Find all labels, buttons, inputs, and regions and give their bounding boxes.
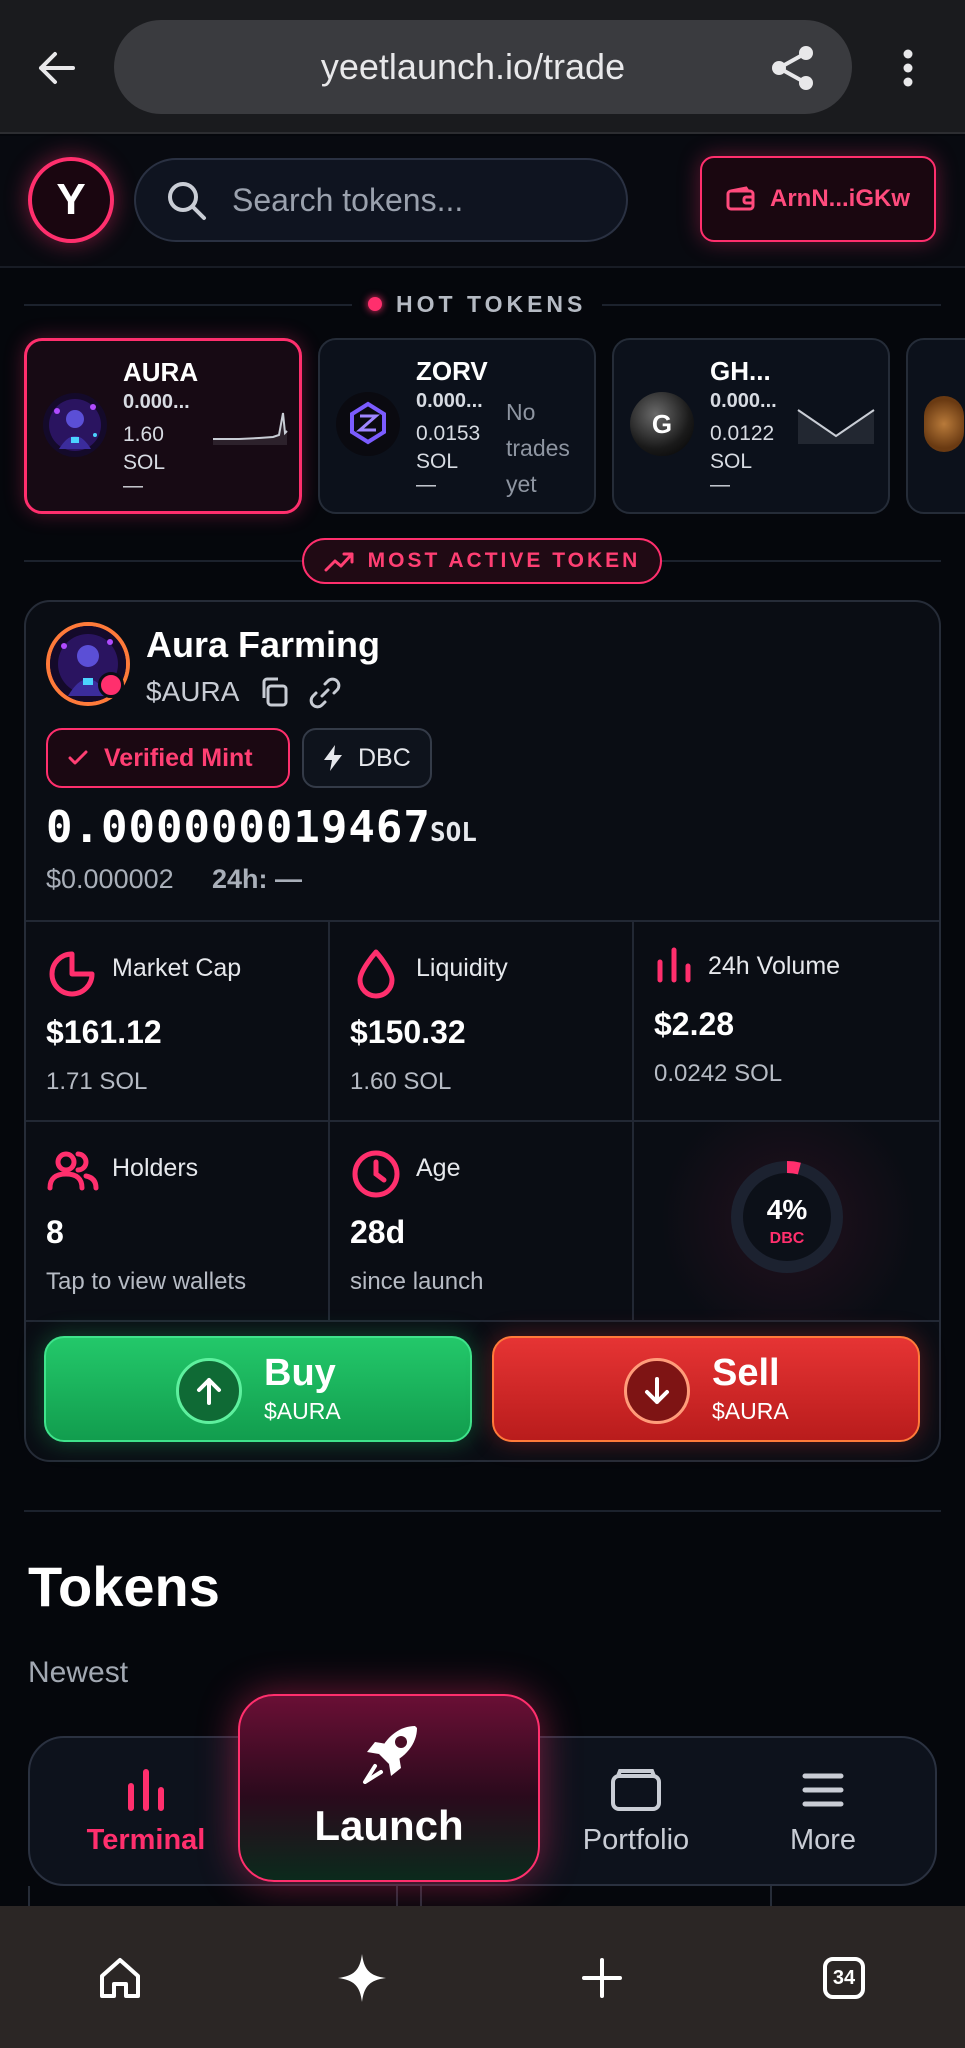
search-placeholder: Search tokens... — [232, 182, 464, 218]
token-price-sol: 0.000000019467 — [46, 802, 431, 853]
no-trades-note: No trades yet — [506, 399, 570, 497]
tab-count: 34 — [823, 1957, 865, 1999]
hamburger-menu-icon — [743, 1768, 903, 1812]
price-unit: SOL — [430, 818, 477, 848]
bar-chart-icon — [654, 944, 696, 986]
app-header: Y Search tokens... ArnN...iGKw — [0, 136, 965, 268]
zorv-token-avatar — [336, 392, 400, 456]
stat-liquidity: Liquidity $150.32 1.60 SOL — [330, 922, 634, 1122]
hot-tokens-heading: HOT TOKENS — [352, 286, 603, 322]
token-change: — — [710, 474, 730, 496]
clock-icon — [350, 1148, 402, 1200]
wallet-icon — [726, 186, 756, 212]
copy-icon[interactable] — [258, 676, 290, 708]
stat-holders[interactable]: Holders 8 Tap to view wallets — [26, 1122, 330, 1322]
token-ticker: $AURA — [146, 676, 240, 707]
token-price: 0.000... — [123, 391, 190, 413]
check-icon — [68, 750, 88, 766]
wallet-address: ArnN...iGKw — [769, 185, 910, 212]
tokens-heading: Tokens — [28, 1555, 220, 1618]
peek-card — [420, 1886, 772, 1906]
gh-token-avatar: G — [630, 392, 694, 456]
search-icon — [166, 180, 208, 222]
back-arrow-icon[interactable] — [32, 44, 80, 92]
stat-age: Age 28d since launch — [330, 1122, 634, 1322]
token-price: 0.000... — [416, 390, 483, 412]
overflow-menu-icon[interactable] — [890, 44, 926, 92]
sell-button[interactable]: Sell $AURA — [492, 1336, 920, 1442]
token-liquidity: 1.60 SOL — [123, 423, 166, 474]
nav-more[interactable]: More — [743, 1768, 903, 1857]
most-active-token-card: Aura Farming $AURA Verified Mint DBC 0.0… — [24, 600, 941, 1462]
partial-token-avatar — [924, 396, 964, 452]
buy-button[interactable]: Buy $AURA — [44, 1336, 472, 1442]
hot-token-card-zorv[interactable]: ZORV 0.000... 0.0153 SOL — No trades yet — [318, 338, 596, 514]
users-icon — [46, 1148, 100, 1194]
sparkle-icon[interactable] — [334, 1950, 390, 2006]
wallet-button[interactable]: ArnN...iGKw — [700, 156, 936, 242]
live-dot-icon — [368, 297, 382, 311]
nav-terminal[interactable]: Terminal — [66, 1768, 226, 1857]
address-bar[interactable]: yeetlaunch.io/trade — [114, 20, 852, 114]
token-name: AURA — [123, 357, 199, 387]
token-name: GH... — [710, 356, 771, 386]
link-icon[interactable] — [308, 676, 342, 710]
token-title: Aura Farming — [146, 624, 381, 665]
divider — [24, 1510, 941, 1512]
token-liquidity: 0.0153 SOL — [416, 422, 481, 473]
price-change-24h: 24h: — — [212, 864, 303, 894]
lightning-icon — [322, 744, 344, 772]
share-icon[interactable] — [770, 44, 816, 90]
launch-button[interactable]: Launch — [238, 1694, 540, 1882]
token-liquidity: 0.0122 SOL — [710, 422, 775, 473]
wallet-icon — [556, 1768, 716, 1812]
price-sparkline — [209, 405, 289, 445]
hot-token-card-partial[interactable] — [906, 338, 965, 514]
droplet-icon — [350, 948, 402, 1000]
token-change: — — [123, 475, 143, 497]
browser-bottom-bar: 34 — [0, 1906, 965, 2048]
peek-card — [28, 1886, 398, 1906]
tokens-sort-filter[interactable]: Newest — [28, 1656, 128, 1690]
hot-token-card-gh[interactable]: G GH... 0.000... 0.0122 SOL — — [612, 338, 890, 514]
new-tab-plus-icon[interactable] — [574, 1950, 630, 2006]
aura-token-avatar — [43, 393, 107, 457]
browser-toolbar: yeetlaunch.io/trade — [0, 0, 965, 134]
token-list-peek — [28, 1886, 937, 1906]
dbc-progress-ring: 4% DBC — [728, 1158, 846, 1276]
url-text: yeetlaunch.io/trade — [320, 46, 626, 87]
token-price-usd: $0.000002 — [46, 864, 174, 894]
stat-24h-volume: 24h Volume $2.28 0.0242 SOL — [634, 922, 939, 1122]
terminal-bars-icon — [66, 1768, 226, 1812]
trending-up-icon — [324, 550, 354, 572]
dbc-percent: 4% — [766, 1194, 808, 1225]
token-price: 0.000... — [710, 390, 777, 412]
most-active-badge: MOST ACTIVE TOKEN — [302, 538, 662, 584]
price-sparkline — [796, 404, 876, 444]
dbc-label: DBC — [769, 1230, 805, 1247]
arrow-down-icon — [624, 1358, 690, 1424]
dbc-badge: DBC — [302, 728, 432, 788]
rocket-icon — [361, 1722, 421, 1786]
home-icon[interactable] — [92, 1950, 148, 2006]
tabs-switcher-icon[interactable]: 34 — [816, 1950, 872, 2006]
search-input[interactable]: Search tokens... — [134, 158, 628, 242]
token-name: ZORV — [416, 356, 488, 386]
yeetlaunch-logo[interactable]: Y — [28, 157, 114, 243]
nav-portfolio[interactable]: Portfolio — [556, 1768, 716, 1857]
verified-mint-badge: Verified Mint — [46, 728, 290, 788]
pie-chart-icon — [46, 948, 98, 1000]
hot-token-card-aura[interactable]: AURA 0.000... 1.60 SOL — — [24, 338, 302, 514]
token-change: — — [416, 474, 436, 496]
arrow-up-icon — [176, 1358, 242, 1424]
live-indicator-dot — [98, 672, 124, 698]
stat-market-cap: Market Cap $161.12 1.71 SOL — [26, 922, 330, 1122]
